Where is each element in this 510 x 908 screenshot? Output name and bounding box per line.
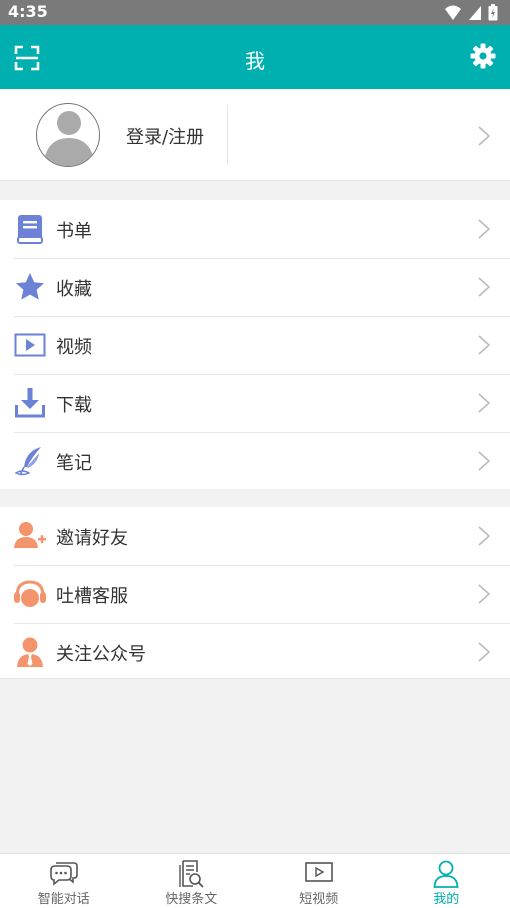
headset-icon <box>14 580 46 607</box>
download-icon <box>15 388 45 418</box>
chevron-right-icon <box>478 451 490 471</box>
battery-icon <box>488 4 498 21</box>
menu-item-label: 吐槽客服 <box>56 586 128 607</box>
menu-item-customer-service[interactable]: 吐槽客服 <box>0 565 510 623</box>
tab-quick-search[interactable]: 快搜条文 <box>128 854 256 908</box>
play-icon <box>304 862 333 882</box>
login-register-link[interactable]: 登录/注册 <box>126 123 204 149</box>
chat-icon <box>49 862 78 886</box>
menu-item-booklist[interactable]: 书单 <box>0 200 510 258</box>
page-title: 我 <box>245 49 265 73</box>
tab-label: 快搜条文 <box>165 892 218 907</box>
avatar[interactable] <box>36 103 100 167</box>
tab-label: 我的 <box>433 892 460 907</box>
menu-item-favorites[interactable]: 收藏 <box>0 258 510 316</box>
chevron-right-icon <box>478 642 490 662</box>
tab-label: 短视频 <box>299 892 339 907</box>
menu-group-social: 邀请好友 吐槽客服 关注公众号 <box>0 507 510 679</box>
divider <box>227 105 228 165</box>
menu-item-label: 下载 <box>56 395 92 416</box>
menu-item-download[interactable]: 下载 <box>0 374 510 432</box>
chevron-right-icon <box>478 126 490 146</box>
menu-item-label: 笔记 <box>56 453 92 474</box>
menu-item-label: 收藏 <box>56 279 92 300</box>
feather-icon <box>14 447 41 476</box>
chevron-right-icon <box>478 393 490 413</box>
chevron-right-icon <box>478 526 490 546</box>
chevron-right-icon <box>478 335 490 355</box>
video-icon <box>14 333 46 357</box>
menu-item-video[interactable]: 视频 <box>0 316 510 374</box>
system-icons <box>444 4 498 21</box>
tab-short-video[interactable]: 短视频 <box>255 854 383 908</box>
menu-item-label: 书单 <box>56 221 92 242</box>
bottom-tab-bar: 智能对话 快搜条文 短视频 我的 <box>0 853 510 908</box>
chevron-right-icon <box>478 219 490 239</box>
document-search-icon <box>179 860 204 888</box>
menu-item-invite-friends[interactable]: 邀请好友 <box>0 507 510 565</box>
invite-friend-icon <box>14 522 46 548</box>
menu-item-label: 视频 <box>56 337 92 358</box>
status-bar: 4:35 <box>0 0 510 25</box>
tab-smart-chat[interactable]: 智能对话 <box>0 854 128 908</box>
tab-mine[interactable]: 我的 <box>383 854 510 908</box>
wifi-icon <box>445 5 461 20</box>
status-time: 4:35 <box>8 2 48 21</box>
menu-item-follow-official-account[interactable]: 关注公众号 <box>0 623 510 681</box>
chevron-right-icon <box>478 584 490 604</box>
signal-icon <box>469 5 481 20</box>
profile-login-row[interactable]: 登录/注册 <box>0 89 510 181</box>
tab-label: 智能对话 <box>37 892 90 907</box>
app-bar: 我 <box>0 25 510 89</box>
person-tie-icon <box>17 637 43 667</box>
gear-icon[interactable] <box>470 43 496 73</box>
menu-group-library: 书单 收藏 视频 下载 笔记 <box>0 200 510 489</box>
menu-item-notes[interactable]: 笔记 <box>0 432 510 490</box>
menu-item-label: 关注公众号 <box>56 644 146 665</box>
star-icon <box>16 273 44 300</box>
menu-item-label: 邀请好友 <box>56 528 128 549</box>
chevron-right-icon <box>478 277 490 297</box>
person-icon <box>433 860 459 888</box>
book-icon <box>17 215 43 244</box>
